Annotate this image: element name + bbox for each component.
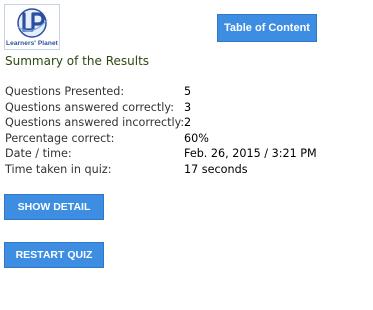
result-value: 17 seconds	[184, 162, 248, 176]
result-label: Questions answered correctly:	[5, 100, 174, 114]
learners-planet-logo: Learners' Planet	[4, 4, 60, 50]
logo-text: Learners' Planet	[6, 40, 58, 47]
show-detail-button[interactable]: SHOW DETAIL	[4, 194, 104, 220]
logo-monogram-icon	[17, 8, 48, 38]
result-label: Questions answered incorrectly:	[5, 116, 185, 129]
result-value: 5	[184, 85, 192, 98]
restart-quiz-button[interactable]: RESTART QUIZ	[4, 242, 104, 268]
result-value: 2	[184, 116, 192, 129]
result-label: Questions Presented:	[5, 85, 125, 98]
result-value: Feb. 26, 2015 / 3:21 PM	[184, 147, 317, 160]
result-value: 3	[184, 100, 192, 114]
result-label: Time taken in quiz:	[5, 162, 112, 176]
table-of-content-button[interactable]: Table of Content	[217, 14, 317, 42]
summary-title: Summary of the Results	[5, 54, 150, 68]
result-label: Date / time:	[5, 147, 72, 160]
result-label: Percentage correct:	[5, 131, 115, 145]
result-value: 60%	[184, 131, 209, 145]
